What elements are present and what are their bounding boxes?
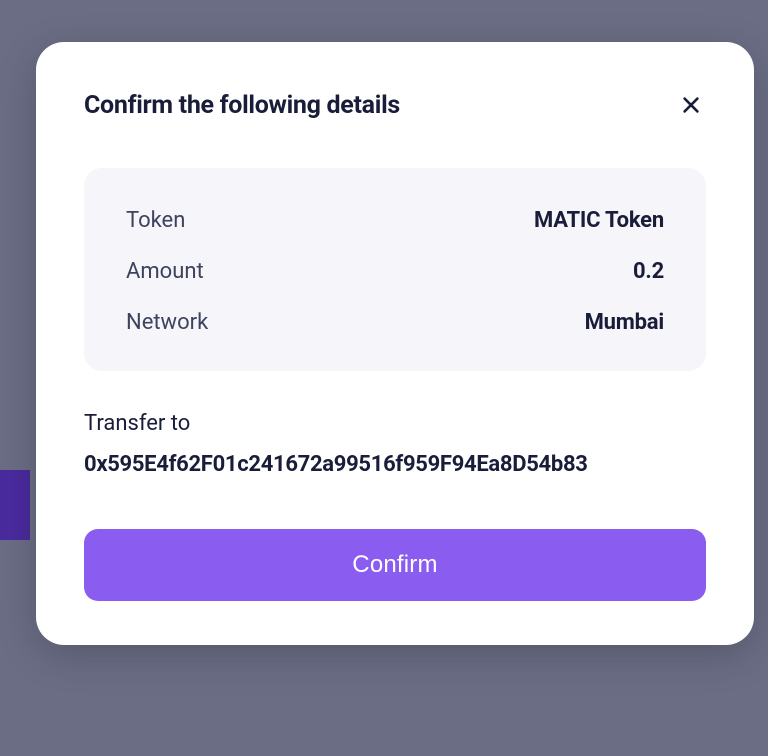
transfer-to-address: 0x595E4f62F01c241672a99516f959F94Ea8D54b… bbox=[84, 452, 706, 477]
token-label: Token bbox=[126, 208, 185, 233]
detail-row-token: Token MATIC Token bbox=[126, 208, 664, 233]
amount-label: Amount bbox=[126, 259, 204, 284]
close-button[interactable] bbox=[676, 90, 706, 120]
modal-title: Confirm the following details bbox=[84, 91, 400, 120]
token-value: MATIC Token bbox=[534, 208, 664, 233]
confirm-details-modal: Confirm the following details Token MATI… bbox=[36, 42, 754, 645]
transfer-to-label: Transfer to bbox=[84, 411, 706, 436]
confirm-button[interactable]: Confirm bbox=[84, 529, 706, 601]
details-card: Token MATIC Token Amount 0.2 Network Mum… bbox=[84, 168, 706, 371]
modal-header: Confirm the following details bbox=[84, 90, 706, 120]
detail-row-amount: Amount 0.2 bbox=[126, 259, 664, 284]
close-icon bbox=[680, 94, 702, 116]
background-decoration bbox=[0, 470, 30, 540]
detail-row-network: Network Mumbai bbox=[126, 310, 664, 335]
network-value: Mumbai bbox=[585, 310, 664, 335]
transfer-section: Transfer to 0x595E4f62F01c241672a99516f9… bbox=[84, 411, 706, 477]
amount-value: 0.2 bbox=[633, 259, 664, 284]
network-label: Network bbox=[126, 310, 208, 335]
